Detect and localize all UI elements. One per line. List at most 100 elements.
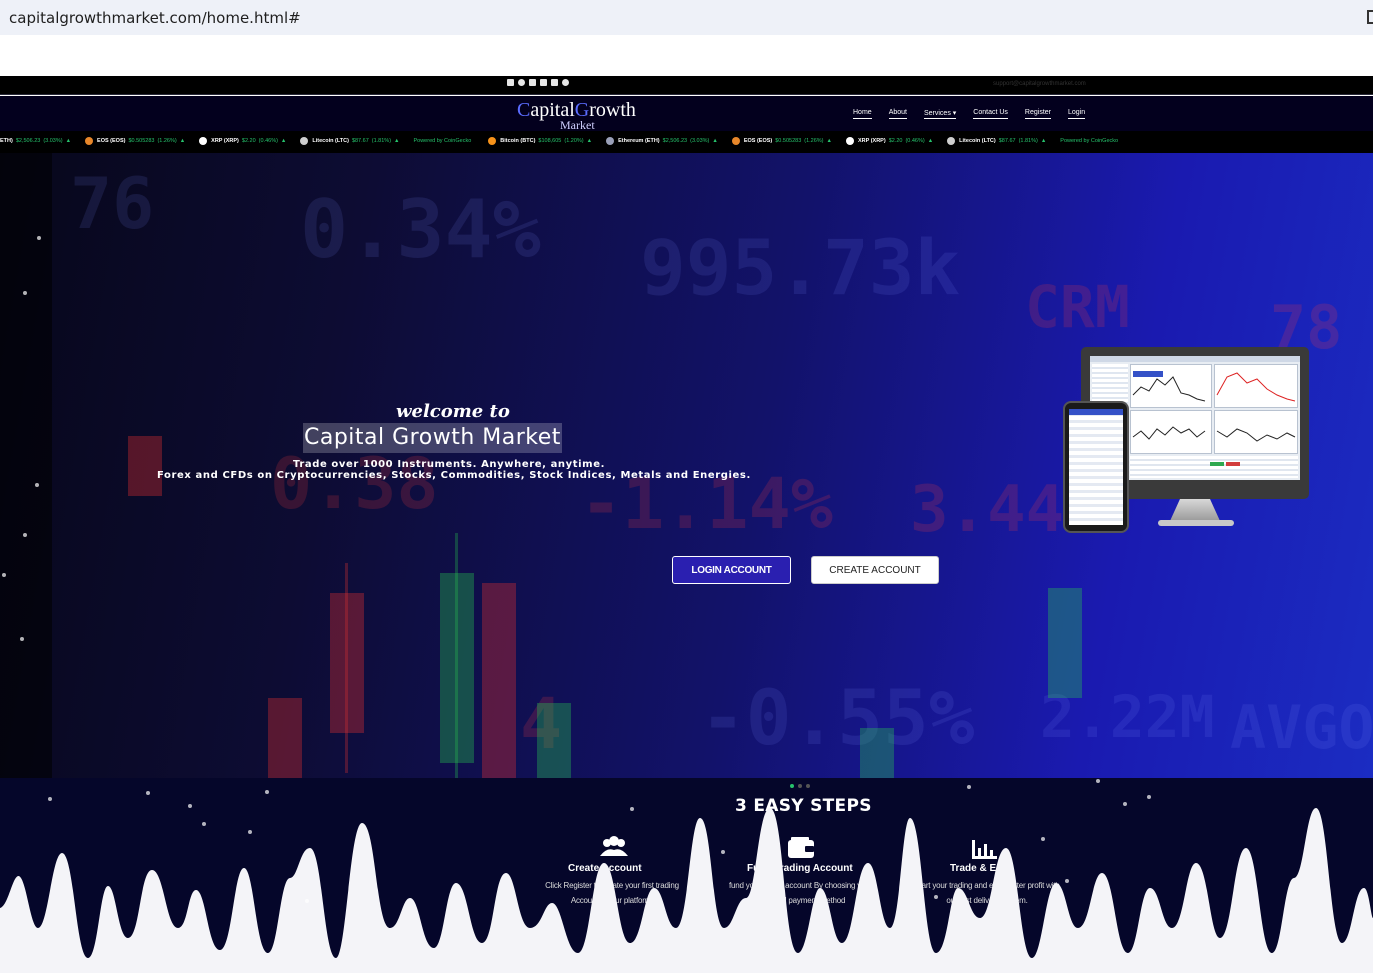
ticker-item: EOS (EOS) $0.505283 (1.26%) ▲ <box>731 137 832 145</box>
ticker-powered-by[interactable]: Powered by CoinGecko <box>1060 137 1121 145</box>
dot <box>35 483 39 487</box>
coin-icon <box>488 137 497 145</box>
phone-screen <box>1069 409 1123 525</box>
step-title: Create Account <box>568 863 642 874</box>
ticker-name: Ethereum (ETH) <box>618 138 660 144</box>
coin-icon <box>199 137 208 145</box>
ticker-change: (1.26%) <box>157 138 177 144</box>
ticker-change: (1.81%) <box>1018 138 1038 144</box>
dot <box>23 291 27 295</box>
step-desc: Start your trading and earn better profi… <box>914 881 1060 905</box>
pager-dot[interactable] <box>798 784 802 788</box>
ticker-price: $87.67 <box>351 138 369 144</box>
ticker-name: Powered by CoinGecko <box>1060 138 1119 144</box>
ticker-track: ETH) $2,506.23 (3.03%) ▲ EOS (EOS) $0.505283(… <box>0 137 1135 145</box>
nav-register[interactable]: Register <box>1024 109 1051 119</box>
dot <box>48 797 52 801</box>
ticker-price: $2.20 <box>888 138 903 144</box>
ticker-price: $108,605 <box>538 138 562 144</box>
hero-subtitle-1: Trade over 1000 Instruments. Anywhere, a… <box>293 459 605 470</box>
main-nav: Home About Services ▾ Contact Us Registe… <box>853 109 1102 119</box>
coin-icon <box>845 137 854 145</box>
ticker-price: $2,506.23 <box>15 138 41 144</box>
ticker-name: EOS (EOS) <box>743 138 773 144</box>
ticker-powered-by[interactable]: Powered by CoinGecko <box>413 137 474 145</box>
nav-contact[interactable]: Contact Us <box>973 109 1008 119</box>
ticker-item: Litecoin (LTC) $87.67 (1.81%) ▲ <box>947 137 1046 145</box>
ticker-name: Powered by CoinGecko <box>413 138 472 144</box>
ticker-arrow: ▲ <box>826 138 832 144</box>
ticker-item: Ethereum (ETH) $2,506.23 (3.03%) ▲ <box>606 137 718 145</box>
easy-steps-section: 3 EASY STEPS Create Account Click Regist… <box>0 778 1373 973</box>
facebook-icon[interactable] <box>518 79 525 86</box>
hero-welcome: welcome to <box>396 401 510 422</box>
chart-panel <box>1130 410 1212 454</box>
ticker-arrow: ▲ <box>1040 138 1047 144</box>
drip-decoration <box>0 808 1373 973</box>
step-desc: Click Register to create your first trad… <box>545 881 679 905</box>
top-social-bar: support@capitalgrowthmarket.com <box>0 76 1373 95</box>
nav-services[interactable]: Services ▾ <box>923 109 957 119</box>
candle <box>537 703 571 778</box>
ticker-item: XRP (XRP) $2.20 (0.46%) ▲ <box>199 137 286 145</box>
nav-about[interactable]: About <box>888 109 907 119</box>
ticker-change: (0.46%) <box>905 138 925 144</box>
coin-icon <box>947 137 956 145</box>
chart-svg <box>1132 371 1206 402</box>
nav-login[interactable]: Login <box>1068 109 1086 119</box>
coin-icon <box>85 137 94 145</box>
candle <box>482 583 516 778</box>
dot <box>265 790 269 794</box>
phone-image <box>1063 401 1129 533</box>
pager-dot[interactable] <box>806 784 810 788</box>
instagram-icon[interactable] <box>529 79 536 86</box>
bg-number: 0.34% <box>300 183 541 276</box>
candle <box>268 698 302 778</box>
mail-icon[interactable] <box>551 79 558 86</box>
coin-icon <box>731 137 740 145</box>
ticker-item: EOS (EOS) $0.505283 (1.26%) ▲ <box>85 137 185 145</box>
twitter-icon[interactable] <box>507 79 514 86</box>
blank-strip <box>0 35 1373 76</box>
chart-panel <box>1130 364 1212 408</box>
tab-icon[interactable] <box>1367 10 1373 24</box>
dot <box>248 830 252 834</box>
ticker-item: ETH) $2,506.23 (3.03%) ▲ <box>0 137 71 145</box>
bg-number: 76 <box>70 163 155 245</box>
top-email[interactable]: support@capitalgrowthmarket.com <box>993 81 1086 87</box>
page: capitalgrowthmarket.com/home.html# suppo… <box>0 0 1373 973</box>
bg-number: 0.38 <box>270 443 439 525</box>
ticker-arrow: ▲ <box>712 138 718 144</box>
dot <box>1123 802 1127 806</box>
linkedin-icon[interactable] <box>540 79 547 86</box>
bg-number: 3.44 <box>910 473 1065 547</box>
dot <box>23 533 27 537</box>
candle <box>128 436 162 496</box>
chart-svg <box>1132 426 1206 440</box>
ticker-arrow: ▲ <box>65 138 72 144</box>
ticker-name: Litecoin (LTC) <box>959 138 996 144</box>
pager-dot[interactable] <box>790 784 794 788</box>
monitor-stand-base <box>1158 520 1234 526</box>
dot <box>202 822 206 826</box>
dot <box>967 785 971 789</box>
site-logo[interactable]: CapitalGrowth <box>517 100 636 120</box>
dot <box>1041 837 1045 841</box>
dot <box>188 804 192 808</box>
login-account-button[interactable]: LOGIN ACCOUNT <box>672 556 791 584</box>
hero-title: Capital Growth Market <box>303 423 562 453</box>
browser-url-bar[interactable]: capitalgrowthmarket.com/home.html# <box>0 0 1373 35</box>
ticker-name: XRP (XRP) <box>211 138 239 144</box>
hero-subtitle-2: Forex and CFDs on Cryptocurrencies, Stoc… <box>157 470 751 481</box>
users-icon <box>598 836 630 865</box>
step-title: Fund Trading Account <box>747 863 853 874</box>
dot <box>1096 779 1100 783</box>
ticker-change: (1.20%) <box>564 138 584 144</box>
telegram-icon[interactable] <box>562 79 569 86</box>
nav-home[interactable]: Home <box>853 109 872 119</box>
url-text[interactable]: capitalgrowthmarket.com/home.html# <box>9 9 301 27</box>
ticker-price: $2.20 <box>241 138 256 144</box>
chart-svg <box>1216 372 1296 402</box>
create-account-button[interactable]: CREATE ACCOUNT <box>811 556 939 584</box>
ticker-price: $2,506.23 <box>662 138 688 144</box>
